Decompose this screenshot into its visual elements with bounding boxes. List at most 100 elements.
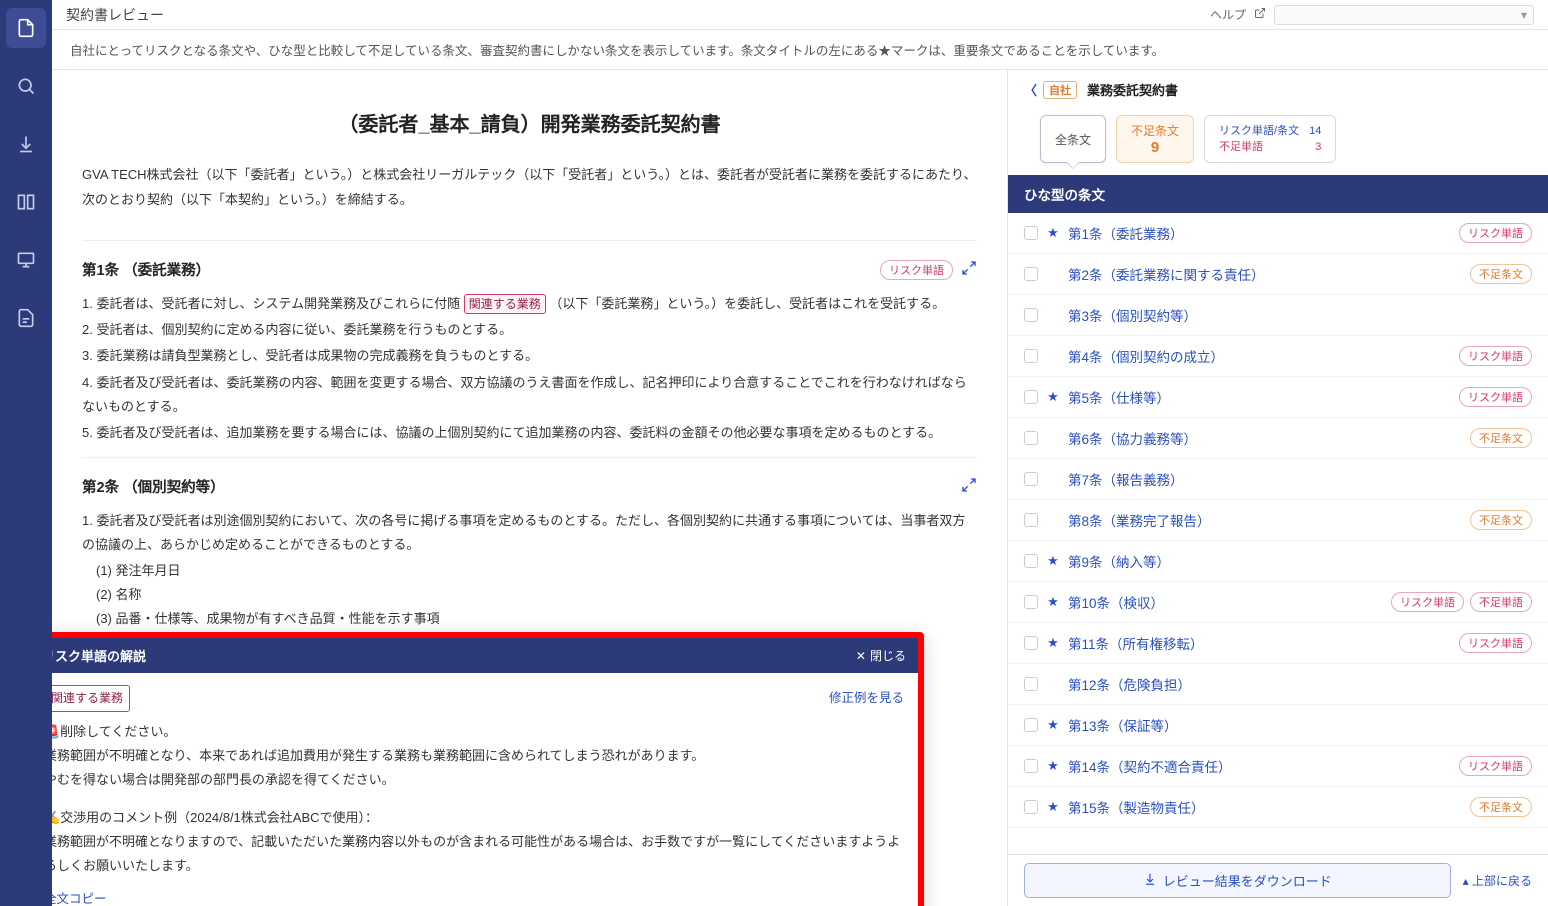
clause-link[interactable]: 第1条（委託業務） [1068, 223, 1451, 243]
popup-close-button[interactable]: ✕ 閉じる [856, 647, 906, 664]
breadcrumb-back[interactable]: 〈 自社 業務委託契約書 [1024, 80, 1532, 99]
back-to-top-link[interactable]: ▴ 上部に戻る [1463, 872, 1532, 889]
clause-checkbox[interactable] [1024, 308, 1038, 322]
copy-all-link[interactable]: 全文コピー [52, 888, 107, 906]
clause-checkbox[interactable] [1024, 759, 1038, 773]
clause-link[interactable]: 第13条（保証等） [1068, 715, 1524, 735]
chevron-up-icon: ▴ [1463, 874, 1469, 888]
risk-badge[interactable]: リスク単語 [880, 260, 953, 280]
clause-checkbox[interactable] [1024, 718, 1038, 732]
clause-badges: リスク単語 [1459, 633, 1532, 653]
top-dropdown[interactable]: ▾ [1274, 5, 1534, 25]
page-title: 契約書レビュー [66, 5, 164, 25]
chevron-left-icon: 〈 [1024, 80, 1037, 99]
clause-link[interactable]: 第4条（個別契約の成立） [1068, 346, 1451, 366]
tab-missing-clauses[interactable]: 不足条文 9 [1116, 115, 1194, 163]
risk-badge: リスク単語 [1459, 223, 1532, 243]
clause-1-4: 4. 委託者及び受託者は、委託業務の内容、範囲を変更する場合、双方協議のうえ書面… [82, 371, 977, 419]
article-1: 第1条 （委託業務） リスク単語 1. 委託者は、受託者に対し、システム開発業務… [82, 240, 977, 456]
clause-link[interactable]: 第3条（個別契約等） [1068, 305, 1524, 325]
clause-row[interactable]: ★ 第11条（所有権移転） リスク単語 [1008, 623, 1548, 664]
clause-link[interactable]: 第12条（危険負担） [1068, 674, 1524, 694]
clause-checkbox[interactable] [1024, 595, 1038, 609]
top-bar: 契約書レビュー ヘルプ ▾ [52, 0, 1548, 30]
clause-row[interactable]: ★第7条（報告義務） [1008, 459, 1548, 500]
risk-term-popup: リスク単語の解説 ✕ 閉じる 関連する業務 修正例を見る 🚨削除してください。 … [52, 632, 924, 906]
clause-badges: 不足条文 [1470, 264, 1532, 284]
star-icon: ★ [1046, 676, 1060, 692]
popup-term-tag: 関連する業務 [52, 685, 130, 711]
clause-badges: 不足条文 [1470, 510, 1532, 530]
tab-all-clauses[interactable]: 全条文 [1040, 115, 1106, 163]
clause-2-1-1: (1) 発注年月日 [96, 559, 977, 583]
clause-row[interactable]: ★第13条（保証等） [1008, 705, 1548, 746]
download-icon [1143, 872, 1157, 889]
clause-link[interactable]: 第6条（協力義務等） [1068, 428, 1462, 448]
clause-1-3: 3. 委託業務は請負型業務とし、受託者は成果物の完成義務を負うものとする。 [82, 344, 977, 368]
clause-row[interactable]: ★第14条（契約不適合責任）リスク単語 [1008, 746, 1548, 787]
clause-checkbox[interactable] [1024, 636, 1038, 650]
clause-link[interactable]: 第11条（所有権移転） [1068, 633, 1451, 653]
clause-row[interactable]: ★第4条（個別契約の成立）リスク単語 [1008, 336, 1548, 377]
clause-row[interactable]: ★ 第3条（個別契約等） [1008, 295, 1548, 336]
clause-checkbox[interactable] [1024, 800, 1038, 814]
clause-checkbox[interactable] [1024, 349, 1038, 363]
help-link[interactable]: ヘルプ [1210, 6, 1246, 23]
clause-checkbox[interactable] [1024, 431, 1038, 445]
nav-download-icon[interactable] [6, 124, 46, 164]
star-icon: ★ [1046, 389, 1060, 405]
risk-badge: リスク単語 [1459, 633, 1532, 653]
clause-row[interactable]: ★ 第2条（委託業務に関する責任） 不足条文 [1008, 254, 1548, 295]
nav-search-icon[interactable] [6, 66, 46, 106]
clause-checkbox[interactable] [1024, 554, 1038, 568]
clause-link[interactable]: 第8条（業務完了報告） [1068, 510, 1462, 530]
chevron-down-icon: ▾ [1521, 8, 1527, 22]
clause-link[interactable]: 第10条（検収） [1068, 592, 1383, 612]
view-fix-example-link[interactable]: 修正例を見る [829, 687, 904, 710]
missing-clause-badge: 不足条文 [1470, 264, 1532, 284]
clause-checkbox[interactable] [1024, 267, 1038, 281]
clause-row[interactable]: ★第8条（業務完了報告）不足条文 [1008, 500, 1548, 541]
clause-checkbox[interactable] [1024, 513, 1038, 527]
star-icon: ★ [1046, 635, 1060, 651]
clause-badges: リスク単語不足単語 [1391, 592, 1532, 612]
article-1-title: 第1条 （委託業務） [82, 259, 210, 280]
star-icon: ★ [1046, 307, 1060, 323]
clause-link[interactable]: 第2条（委託業務に関する責任） [1068, 264, 1462, 284]
clause-row[interactable]: ★第10条（検収）リスク単語不足単語 [1008, 582, 1548, 623]
clause-1-1: 1. 委託者は、受託者に対し、システム開発業務及びこれらに付随 関連する業務 （… [82, 292, 977, 316]
clause-link[interactable]: 第15条（製造物責任） [1068, 797, 1462, 817]
clause-2-1-3: (3) 品番・仕様等、成果物が有すべき品質・性能を示す事項 [96, 607, 977, 631]
clause-2-1-2: (2) 名称 [96, 583, 977, 607]
clause-row[interactable]: ★第9条（納入等） [1008, 541, 1548, 582]
clause-row[interactable]: ★第1条（委託業務）リスク単語 [1008, 213, 1548, 254]
nav-display-icon[interactable] [6, 240, 46, 280]
risk-badge: リスク単語 [1459, 387, 1532, 407]
clause-row[interactable]: ★ 第12条（危険負担） [1008, 664, 1548, 705]
clause-link[interactable]: 第7条（報告義務） [1068, 469, 1524, 489]
template-clauses-header: ひな型の条文 [1008, 175, 1548, 213]
clause-row[interactable]: ★第6条（協力義務等）不足条文 [1008, 418, 1548, 459]
clause-badges: リスク単語 [1459, 346, 1532, 366]
nav-document-icon[interactable] [6, 8, 46, 48]
download-review-button[interactable]: レビュー結果をダウンロード [1024, 863, 1451, 898]
clause-link[interactable]: 第9条（納入等） [1068, 551, 1524, 571]
clause-checkbox[interactable] [1024, 677, 1038, 691]
clause-link[interactable]: 第5条（仕様等） [1068, 387, 1451, 407]
star-icon: ★ [1046, 266, 1060, 282]
highlighted-term[interactable]: 関連する業務 [464, 294, 546, 314]
clause-badges: リスク単語 [1459, 387, 1532, 407]
tab-stats[interactable]: リスク単語/条文14 不足単語3 [1204, 115, 1336, 163]
expand-icon[interactable] [961, 260, 977, 279]
clause-link[interactable]: 第14条（契約不適合責任） [1068, 756, 1451, 776]
clause-checkbox[interactable] [1024, 472, 1038, 486]
clause-1-2: 2. 受託者は、個別契約に定める内容に従い、委託業務を行うものとする。 [82, 318, 977, 342]
popup-line-3: やむを得ない場合は開発部の部門長の承認を得てください。 [52, 768, 904, 792]
nav-compare-icon[interactable] [6, 182, 46, 222]
clause-row[interactable]: ★ 第5条（仕様等） リスク単語 [1008, 377, 1548, 418]
clause-row[interactable]: ★第15条（製造物責任）不足条文 [1008, 787, 1548, 828]
clause-checkbox[interactable] [1024, 226, 1038, 240]
nav-page-icon[interactable] [6, 298, 46, 338]
expand-icon[interactable] [961, 477, 977, 496]
clause-checkbox[interactable] [1024, 390, 1038, 404]
